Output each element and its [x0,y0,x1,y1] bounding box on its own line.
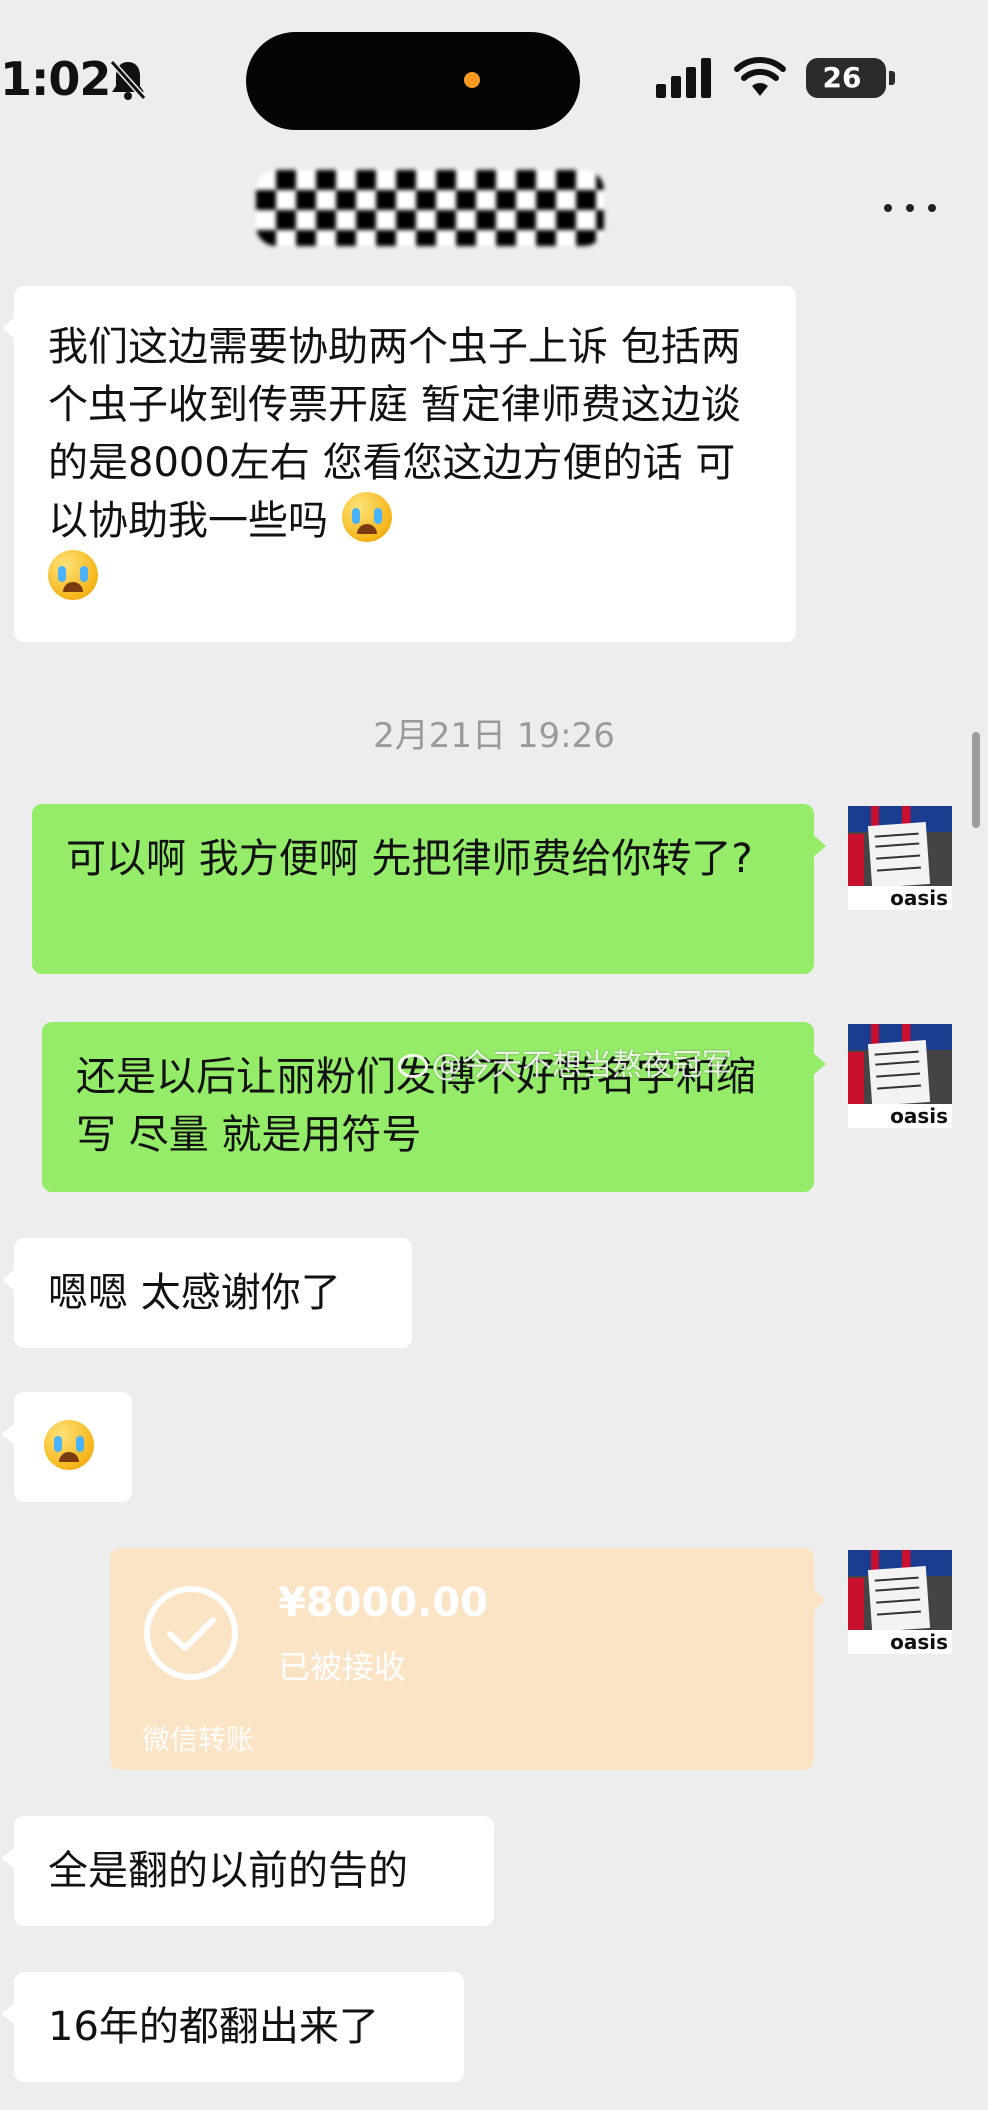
crying-emoji-icon [342,492,392,542]
transfer-amount: ¥8000.00 [278,1580,489,1626]
battery-level: 26 [822,61,862,94]
message-list[interactable]: 我们这边需要协助两个虫子上诉 包括两个虫子收到传票开庭 暂定律师费这边谈的是80… [0,260,988,2110]
message-text: 全是翻的以前的告的 [48,1848,408,1894]
message-incoming[interactable]: 我们这边需要协助两个虫子上诉 包括两个虫子收到传票开庭 暂定律师费这边谈的是80… [2,286,796,642]
transfer-footer-label: 微信转账 [142,1723,255,1756]
avatar[interactable]: oasis [848,806,952,910]
watermark-text: @今天不想当熬夜冠军 [432,1048,732,1083]
message-incoming[interactable]: 16年的都翻出来了 [2,1972,464,2082]
battery-icon: 26 [806,58,895,98]
privacy-indicator [464,72,480,88]
message-timestamp: 2月21日 19:26 [373,716,615,756]
loudly-crying-emoji-icon [48,550,98,600]
avatar[interactable]: oasis [848,1550,952,1654]
message-text: 我们这边需要协助两个虫子上诉 包括两个虫子收到传票开庭 暂定律师费这边谈的是80… [48,324,741,544]
loudly-crying-emoji-icon [44,1420,94,1470]
avatar-logo: oasis [848,886,952,910]
message-outgoing[interactable]: 可以啊 我方便啊 先把律师费给你转了? [32,804,826,974]
status-time: 1:02 [0,52,111,106]
message-incoming[interactable]: 全是翻的以前的告的 [2,1816,494,1926]
dynamic-island [246,32,580,130]
contact-name-redacted [256,170,604,246]
message-text: 16年的都翻出来了 [48,2004,379,2050]
wechat-transfer-card[interactable]: ¥8000.00 已被接收 微信转账 [110,1548,826,1770]
wifi-icon [734,57,786,96]
message-incoming[interactable] [2,1392,132,1502]
message-text: 可以啊 我方便啊 先把律师费给你转了? [66,836,753,882]
scrollbar[interactable] [972,732,980,828]
avatar[interactable]: oasis [848,1024,952,1128]
avatar-logo: oasis [848,1630,952,1654]
transfer-status: 已被接收 [278,1648,407,1686]
chat-header [0,150,988,260]
message-incoming[interactable]: 嗯嗯 太感谢你了 [2,1238,412,1348]
avatar-logo: oasis [848,1104,952,1128]
message-text: 嗯嗯 太感谢你了 [48,1270,341,1316]
more-options-button[interactable] [880,186,940,226]
silent-bell-icon [109,60,147,100]
cellular-signal-icon [656,58,711,98]
check-circle-icon [144,1586,238,1680]
weibo-icon [398,1054,428,1078]
status-bar: 1:02 26 [0,0,988,150]
watermark: @今天不想当熬夜冠军 [398,1040,732,1084]
